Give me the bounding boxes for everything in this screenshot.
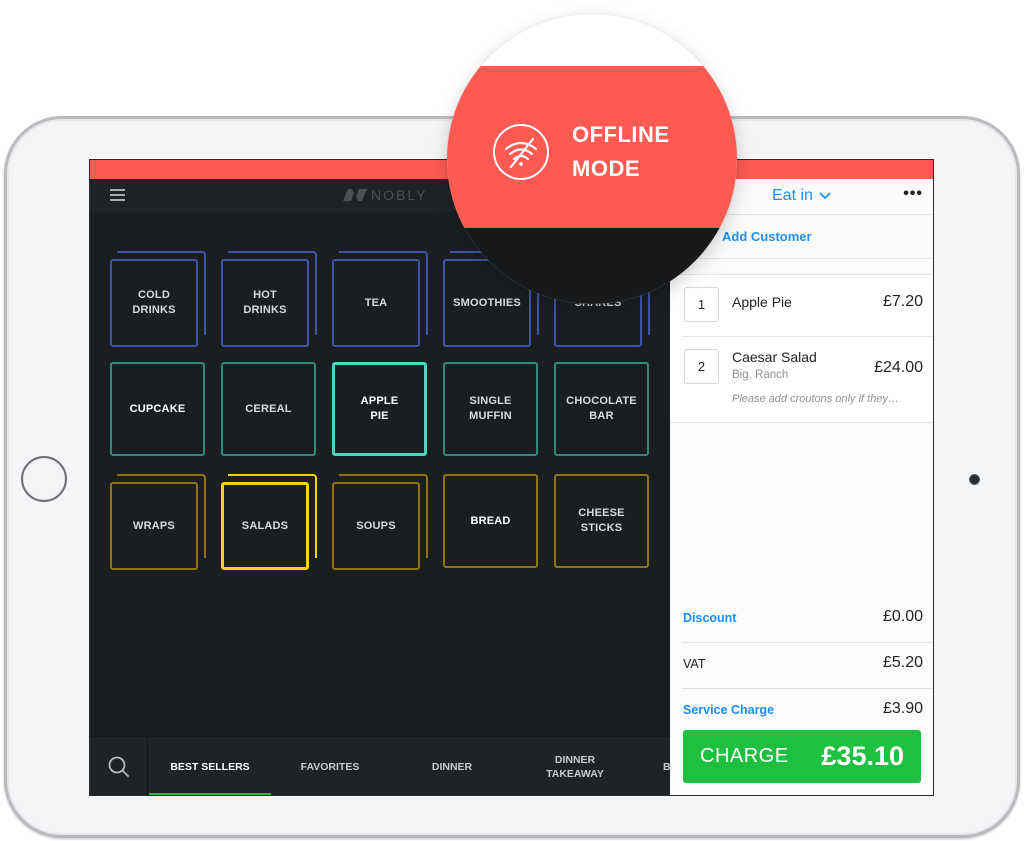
order-type-label: Eat in	[772, 187, 813, 204]
product-tile-apple-pie[interactable]: APPLE PIE	[332, 362, 428, 458]
vat-value: £5.20	[882, 654, 923, 671]
vat-label: VAT	[683, 657, 706, 671]
item-note: Please add croutons only if they…	[732, 393, 899, 405]
chevron-down-icon	[819, 192, 831, 200]
charge-button[interactable]: CHARGE £35.10	[683, 730, 921, 783]
category-tile-salads[interactable]: SALADS	[221, 474, 317, 578]
tab-dinner-takeaway[interactable]: DINNER TAKEAWAY	[515, 737, 635, 795]
tile-label[interactable]: APPLE PIE	[332, 362, 427, 456]
product-tile-single-muffin[interactable]: SINGLE MUFFIN	[443, 362, 539, 458]
divider	[670, 422, 933, 423]
product-tile-chocolate-bar[interactable]: CHOCOLATE BAR	[554, 362, 650, 458]
offline-title-line2: MODE	[572, 156, 640, 181]
product-tile-cheese-sticks[interactable]: CHEESE STICKS	[554, 474, 650, 570]
service-charge-link[interactable]: Service Charge	[683, 703, 774, 717]
wifi-off-icon	[493, 124, 549, 180]
item-price: £7.20	[882, 293, 923, 310]
hamburger-icon[interactable]	[110, 189, 125, 201]
item-name: Caesar Salad	[732, 349, 817, 365]
product-tile-cupcake[interactable]: CUPCAKE	[110, 362, 206, 458]
category-tile-wraps[interactable]: WRAPS	[110, 474, 206, 578]
tile-label[interactable]: CHOCOLATE BAR	[554, 362, 649, 456]
vat-row: VAT £5.20	[682, 643, 933, 689]
tile-label[interactable]: COLD DRINKS	[110, 259, 198, 347]
tile-label[interactable]: WRAPS	[110, 482, 198, 570]
tile-label[interactable]: HOT DRINKS	[221, 259, 309, 347]
tile-label[interactable]: CEREAL	[221, 362, 316, 456]
offline-mode-callout: OFFLINE MODE	[447, 14, 737, 304]
category-tile-hot-drinks[interactable]: HOT DRINKS	[221, 251, 317, 355]
offline-title-line1: OFFLINE	[572, 122, 670, 147]
charge-total: £35.10	[821, 741, 904, 771]
tile-label[interactable]: BREAD	[443, 474, 538, 568]
product-tile-cereal[interactable]: CEREAL	[221, 362, 317, 458]
offline-mode-title: OFFLINE MODE	[572, 118, 670, 186]
quantity-box[interactable]: 2	[684, 349, 719, 384]
discount-row: Discount £0.00	[682, 597, 933, 643]
category-tile-tea[interactable]: TEA	[332, 251, 428, 355]
order-item[interactable]: 2 Caesar Salad Big, Ranch Please add cro…	[682, 337, 933, 422]
tab-dinner[interactable]: DINNER	[389, 737, 515, 795]
front-camera	[969, 474, 980, 485]
product-tile-bread[interactable]: BREAD	[443, 474, 539, 570]
tile-label[interactable]: SALADS	[221, 482, 309, 570]
service-charge-row: Service Charge £3.90	[682, 689, 933, 735]
search-button[interactable]	[90, 737, 148, 795]
brand-name: NOBLY	[371, 187, 428, 203]
service-charge-value: £3.90	[882, 700, 923, 717]
item-modifiers: Big, Ranch	[732, 369, 789, 381]
nobly-logo-icon	[343, 189, 367, 201]
home-button[interactable]	[21, 456, 67, 502]
active-tab-indicator	[149, 793, 271, 795]
order-type-dropdown[interactable]: Eat in	[772, 187, 831, 205]
order-totals: Discount £0.00 VAT £5.20 Service Charge …	[670, 597, 933, 735]
brand-logo: NOBLY	[342, 187, 427, 203]
tile-label[interactable]: SOUPS	[332, 482, 420, 570]
tile-label[interactable]: TEA	[332, 259, 420, 347]
discount-value: £0.00	[882, 608, 923, 625]
callout-dark-band	[447, 228, 737, 304]
tile-label[interactable]: CHEESE STICKS	[554, 474, 649, 568]
item-name: Apple Pie	[732, 294, 792, 310]
item-price: £24.00	[874, 359, 923, 376]
charge-label: CHARGE	[700, 745, 789, 767]
tab-favorites[interactable]: FAVORITES	[271, 737, 389, 795]
tab-best-sellers[interactable]: BEST SELLERS	[149, 737, 271, 795]
category-tab-bar: BEST SELLERS FAVORITES DINNER DINNER TAKE…	[90, 736, 671, 795]
category-tile-cold-drinks[interactable]: COLD DRINKS	[110, 251, 206, 355]
search-icon	[108, 756, 129, 777]
more-options-icon[interactable]: •••	[903, 185, 923, 203]
discount-link[interactable]: Discount	[683, 611, 736, 625]
category-tile-soups[interactable]: SOUPS	[332, 474, 428, 578]
tile-label[interactable]: CUPCAKE	[110, 362, 205, 456]
tile-label[interactable]: SINGLE MUFFIN	[443, 362, 538, 456]
